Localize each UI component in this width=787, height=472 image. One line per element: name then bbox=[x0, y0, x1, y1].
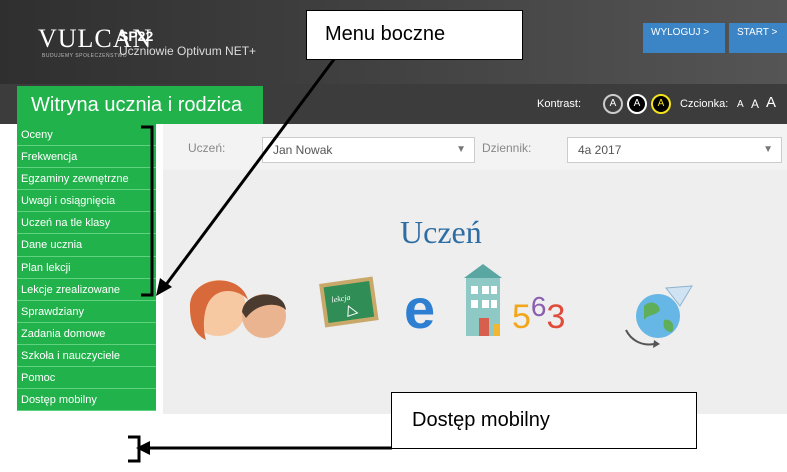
callout-mobile-access: Dostęp mobilny bbox=[391, 392, 697, 449]
menu-bracket bbox=[141, 125, 154, 297]
callout-sidebar-menu: Menu boczne bbox=[306, 10, 523, 60]
mobile-bracket bbox=[128, 435, 141, 463]
menu-arrow bbox=[160, 57, 337, 291]
